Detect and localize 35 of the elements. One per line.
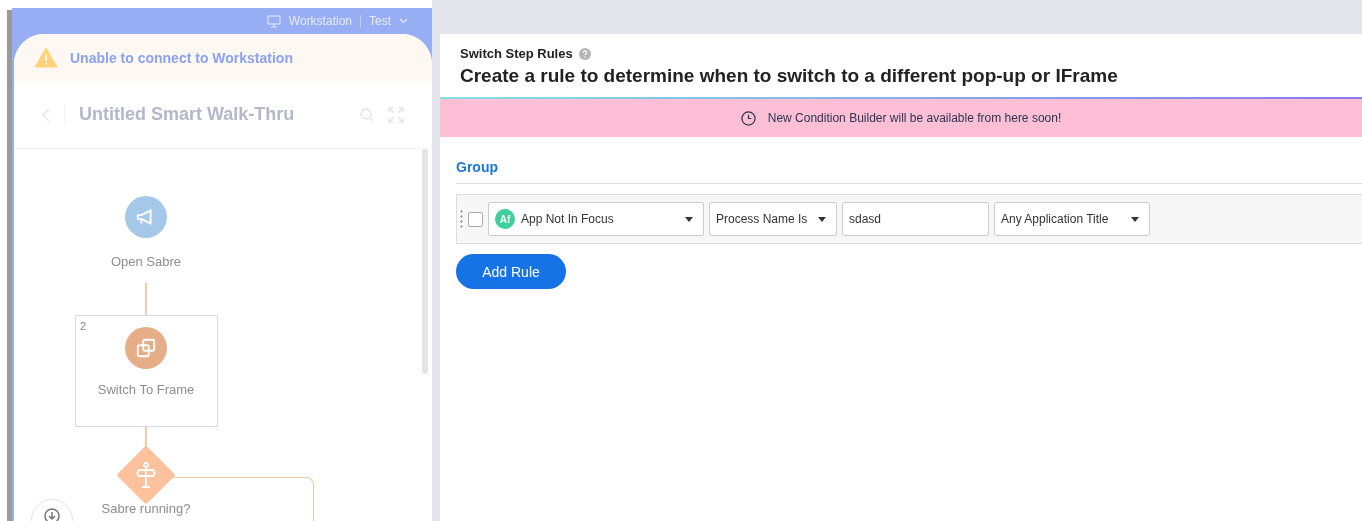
caret-icon (818, 216, 826, 222)
operator-dropdown[interactable]: Process Name Is (709, 202, 837, 236)
device-label: Workstation (288, 14, 352, 28)
help-icon[interactable] (578, 47, 591, 60)
frames-icon (125, 327, 167, 369)
condition-dropdown[interactable]: Af App Not In Focus (488, 202, 704, 236)
title-filter-dropdown[interactable]: Any Application Title (994, 202, 1150, 236)
expand-icon[interactable] (388, 106, 404, 123)
step-card[interactable]: 2 Switch To Frame (75, 315, 218, 427)
node-label: Sabre running? (101, 501, 191, 516)
add-rule-button[interactable]: Add Rule (456, 254, 566, 289)
drag-handle-icon[interactable] (460, 209, 463, 229)
section-label: Switch Step Rules (460, 46, 573, 61)
chevron-down-icon[interactable] (399, 18, 408, 24)
node-label: Open Sabre (110, 254, 182, 269)
download-icon (44, 508, 60, 521)
megaphone-node-icon[interactable] (125, 196, 167, 238)
caret-icon (685, 216, 693, 222)
row-checkbox[interactable] (468, 211, 483, 227)
app-badge: Af (495, 209, 515, 229)
step-number: 2 (80, 320, 87, 332)
notice-message: New Condition Builder will be available from here soon! (767, 111, 1062, 125)
node-label: Switch To Frame (97, 382, 195, 397)
walkthru-title: Untitled Smart Walk-Thru (64, 104, 346, 125)
caret-icon (1131, 216, 1139, 222)
clock-icon (740, 110, 756, 126)
signpost-icon (136, 462, 156, 488)
value-input[interactable]: sdasd (842, 202, 989, 236)
warning-icon (34, 47, 58, 68)
panel-heading: Create a rule to determine when to switch to a different pop-up or IFrame (460, 65, 1119, 87)
warning-message: Unable to connect to Workstation (70, 49, 293, 66)
monitor-icon (266, 14, 281, 28)
search-icon[interactable] (360, 107, 374, 122)
back-icon[interactable] (42, 107, 50, 122)
group-label: Group (456, 159, 1362, 184)
